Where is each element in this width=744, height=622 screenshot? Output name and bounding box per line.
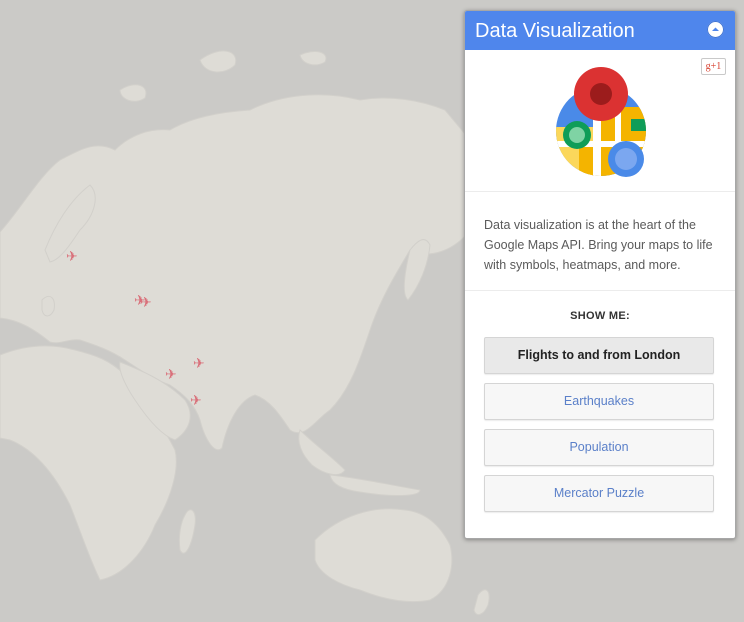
airplane-icon: ✈ bbox=[165, 367, 177, 383]
logo-section: g+1 bbox=[465, 50, 735, 192]
panel-description: Data visualization is at the heart of th… bbox=[484, 218, 713, 272]
airplane-icon: ✈ bbox=[66, 249, 78, 265]
show-me-label: SHOW ME: bbox=[570, 310, 630, 322]
earthquakes-button[interactable]: Earthquakes bbox=[484, 383, 714, 420]
data-visualization-panel: Data Visualization g+1 Data visualizatio… bbox=[464, 10, 736, 539]
data-visualization-logo-icon bbox=[556, 67, 646, 177]
chevron-up-icon[interactable] bbox=[707, 21, 724, 38]
population-button[interactable]: Population bbox=[484, 429, 714, 466]
flights-button[interactable]: Flights to and from London bbox=[484, 337, 714, 374]
panel-title: Data Visualization bbox=[475, 20, 635, 42]
description-section: Data visualization is at the heart of th… bbox=[465, 192, 735, 291]
airplane-icon: ✈ bbox=[140, 295, 152, 311]
mercator-puzzle-button[interactable]: Mercator Puzzle bbox=[484, 475, 714, 512]
airplane-icon: ✈ bbox=[193, 356, 205, 372]
panel-header: Data Visualization bbox=[465, 11, 735, 50]
google-plus-one-button[interactable]: g+1 bbox=[701, 58, 726, 75]
airplane-icon: ✈ bbox=[190, 393, 202, 409]
